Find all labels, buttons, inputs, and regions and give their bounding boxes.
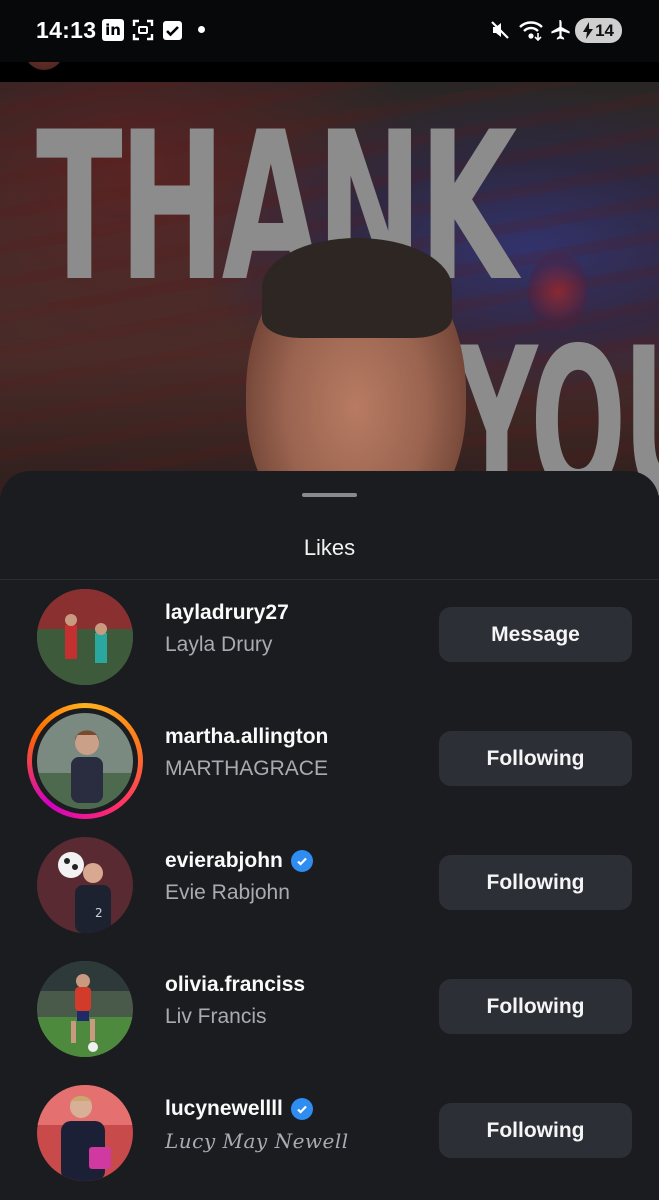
list-item[interactable]: layladrury27 Layla Drury Message — [0, 589, 659, 713]
list-item[interactable]: martha.allington MARTHAGRACE Following — [0, 703, 659, 837]
username[interactable]: martha.allington — [165, 725, 328, 749]
full-name: Layla Drury — [165, 633, 273, 656]
divider — [0, 579, 659, 580]
battery-icon: 14 — [575, 18, 622, 43]
list-item[interactable]: lucynewellll Lucy May Newell Following — [0, 1085, 659, 1200]
following-button[interactable]: Following — [439, 731, 632, 786]
svg-text:2: 2 — [95, 906, 103, 920]
battery-level: 14 — [595, 20, 614, 40]
message-button[interactable]: Message — [439, 607, 632, 662]
checkbox-icon — [163, 21, 182, 40]
username[interactable]: evierabjohn — [165, 849, 313, 873]
username[interactable]: layladrury27 — [165, 601, 289, 625]
status-bar: 14:13 in 14 — [0, 0, 659, 62]
following-button[interactable]: Following — [439, 979, 632, 1034]
notification-dot-icon — [198, 26, 205, 33]
wifi-icon — [518, 19, 544, 41]
mute-icon — [490, 19, 510, 41]
verified-badge-icon — [290, 1098, 313, 1120]
following-button[interactable]: Following — [439, 1103, 632, 1158]
coach-hair — [262, 238, 452, 338]
likes-sheet: Likes layladrury27 Layla Drury Message m… — [0, 471, 659, 1200]
full-name: MARTHAGRACE — [165, 757, 328, 780]
avatar[interactable] — [37, 961, 133, 1057]
following-button[interactable]: Following — [439, 855, 632, 910]
username[interactable]: olivia.franciss — [165, 973, 305, 997]
post-image: THANK YOU — [0, 82, 659, 502]
list-item[interactable]: olivia.franciss Liv Francis Following — [0, 961, 659, 1085]
username[interactable]: lucynewellll — [165, 1097, 313, 1121]
airplane-icon — [549, 19, 571, 41]
list-item[interactable]: 2 evierabjohn Evie Rabjohn Following — [0, 837, 659, 961]
linkedin-icon: in — [102, 19, 124, 41]
drag-handle[interactable] — [302, 493, 357, 497]
avatar[interactable] — [37, 1085, 133, 1181]
avatar[interactable] — [37, 589, 133, 685]
full-name: Liv Francis — [165, 1005, 267, 1028]
sheet-title: Likes — [303, 535, 356, 560]
verified-badge-icon — [290, 850, 313, 872]
screenshot-scan-icon — [132, 19, 154, 41]
avatar[interactable]: 2 — [37, 837, 133, 933]
full-name: Lucy May Newell — [165, 1129, 349, 1153]
full-name: Evie Rabjohn — [165, 881, 290, 904]
avatar[interactable] — [37, 713, 133, 809]
status-time: 14:13 — [36, 17, 97, 43]
